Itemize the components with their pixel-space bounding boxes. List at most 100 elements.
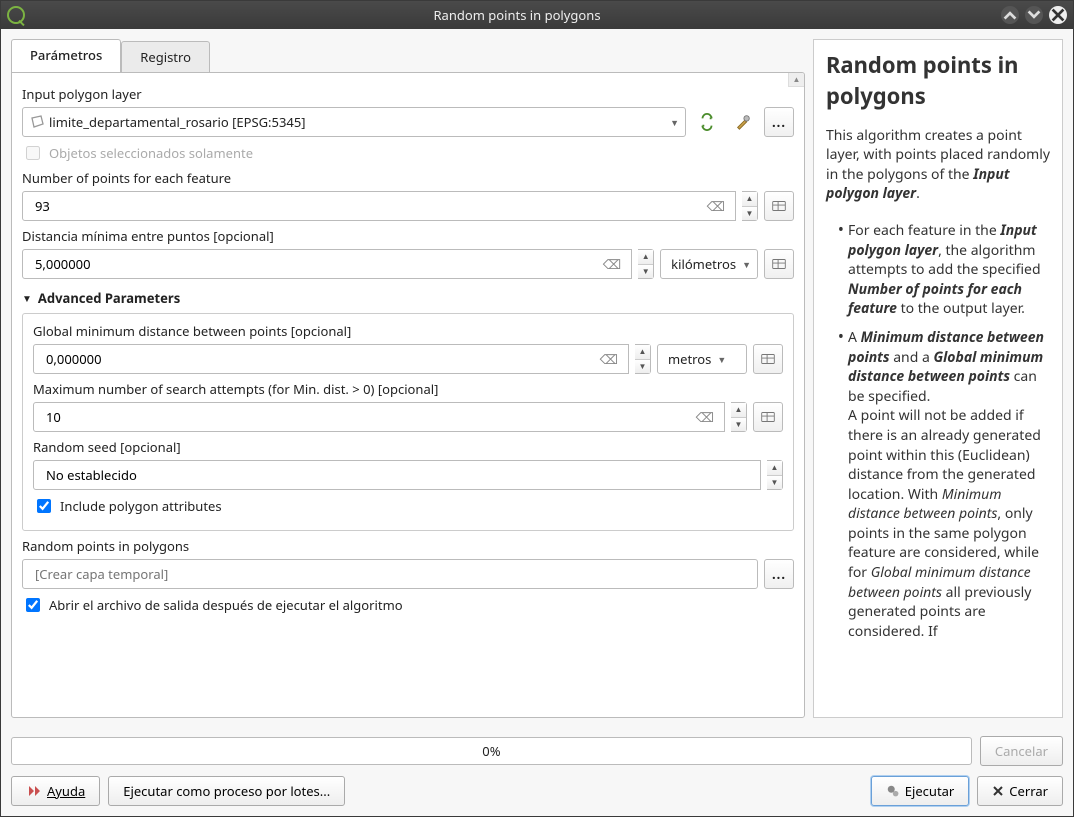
- random-seed-label: Random seed [opcional]: [33, 438, 783, 456]
- help-bullet-1: For each feature in the Input polygon la…: [848, 218, 1050, 319]
- spinner-up-icon[interactable]: ▲: [731, 403, 746, 418]
- help-list: For each feature in the Input polygon la…: [826, 218, 1050, 641]
- include-attrs-checkbox[interactable]: [37, 499, 51, 513]
- close-icon: [992, 785, 1004, 797]
- spinner-down-icon[interactable]: ▼: [638, 265, 653, 279]
- global-min-unit-value: metros: [668, 350, 711, 368]
- progress-text: 0%: [482, 742, 500, 760]
- help-icon: [26, 783, 42, 799]
- min-distance-input-wrap: ⌫: [22, 249, 632, 279]
- global-min-unit-select[interactable]: metros ▼: [657, 344, 747, 374]
- help-button[interactable]: Ayuda: [11, 776, 100, 806]
- parameters-scroll[interactable]: Input polygon layer limite_departamental…: [22, 79, 804, 711]
- help-title: Random points in polygons: [826, 50, 1050, 112]
- content-area: Parámetros Registro ▲ Input polygon laye…: [1, 29, 1073, 728]
- window-controls: [1001, 6, 1067, 24]
- progress-row: 0% Cancelar: [11, 736, 1063, 766]
- global-min-input[interactable]: [40, 344, 600, 374]
- maximize-button[interactable]: [1025, 6, 1043, 24]
- data-defined-button[interactable]: [753, 344, 783, 374]
- max-attempts-label: Maximum number of search attempts (for M…: [33, 380, 783, 398]
- num-points-label: Number of points for each feature: [22, 169, 794, 187]
- min-distance-spinner[interactable]: ▲ ▼: [638, 249, 654, 279]
- random-seed-spinner[interactable]: ▲ ▼: [767, 460, 783, 490]
- selected-only-label: Objetos seleccionados solamente: [49, 144, 253, 162]
- spinner-down-icon[interactable]: ▼: [742, 207, 757, 221]
- open-output-checkbox[interactable]: [26, 598, 40, 612]
- spinner-up-icon[interactable]: ▲: [635, 345, 650, 360]
- left-panel: Parámetros Registro ▲ Input polygon laye…: [11, 39, 805, 718]
- include-attrs-label: Include polygon attributes: [60, 497, 222, 515]
- max-attempts-input[interactable]: [40, 402, 696, 432]
- clear-icon[interactable]: ⌫: [600, 350, 618, 368]
- chevron-down-icon: ▼: [670, 116, 679, 129]
- clear-icon[interactable]: ⌫: [603, 255, 621, 273]
- bottom-area: 0% Cancelar Ayuda Ejecutar como proceso …: [1, 728, 1073, 816]
- selected-only-row: Objetos seleccionados solamente: [22, 143, 794, 163]
- tabs-bar: Parámetros Registro: [11, 39, 805, 72]
- spinner-up-icon[interactable]: ▲: [638, 250, 653, 265]
- run-batch-button[interactable]: Ejecutar como proceso por lotes...: [108, 776, 345, 806]
- run-button[interactable]: Ejecutar: [871, 776, 970, 806]
- help-intro: This algorithm creates a point layer, wi…: [826, 126, 1050, 204]
- spinner-down-icon[interactable]: ▼: [731, 418, 746, 432]
- random-seed-input[interactable]: [40, 460, 754, 490]
- global-min-spinner[interactable]: ▲ ▼: [635, 344, 651, 374]
- data-defined-button[interactable]: [753, 402, 783, 432]
- spinner-down-icon[interactable]: ▼: [767, 476, 782, 490]
- advanced-group-toggle[interactable]: ▼ Advanced Parameters: [22, 289, 794, 307]
- advanced-label: Advanced Parameters: [38, 289, 180, 307]
- global-min-label: Global minimum distance between points […: [33, 322, 783, 340]
- output-path-input-wrap: [22, 559, 758, 589]
- input-polygon-value: limite_departamental_rosario [EPSG:5345]: [49, 113, 306, 131]
- chevron-down-icon: ▼: [717, 353, 726, 366]
- chevron-down-icon: ▼: [742, 258, 751, 271]
- max-attempts-spinner[interactable]: ▲ ▼: [731, 402, 747, 432]
- dots-icon: ...: [772, 565, 786, 583]
- minimize-button[interactable]: [1001, 6, 1019, 24]
- include-attrs-row: Include polygon attributes: [33, 496, 783, 516]
- data-defined-button[interactable]: [764, 249, 794, 279]
- spinner-up-icon[interactable]: ▲: [767, 461, 782, 476]
- spinner-down-icon[interactable]: ▼: [635, 360, 650, 374]
- global-min-input-wrap: ⌫: [33, 344, 629, 374]
- browse-layer-button[interactable]: ...: [764, 107, 794, 137]
- qgis-app-icon: [7, 6, 25, 24]
- min-distance-unit-select[interactable]: kilómetros ▼: [660, 249, 758, 279]
- num-points-spinner[interactable]: ▲ ▼: [742, 191, 758, 221]
- output-browse-button[interactable]: ...: [764, 559, 794, 589]
- open-output-row: Abrir el archivo de salida después de ej…: [22, 595, 794, 615]
- clear-icon[interactable]: ⌫: [707, 197, 725, 215]
- advanced-group-body: Global minimum distance between points […: [22, 313, 794, 531]
- num-points-input[interactable]: [29, 191, 707, 221]
- advanced-options-button[interactable]: [728, 107, 758, 137]
- button-row: Ayuda Ejecutar como proceso por lotes...…: [11, 776, 1063, 806]
- tab-parameters[interactable]: Parámetros: [11, 39, 121, 72]
- close-window-button[interactable]: [1049, 6, 1067, 24]
- data-defined-button[interactable]: [764, 191, 794, 221]
- titlebar: Random points in polygons: [1, 1, 1073, 29]
- random-seed-input-wrap: [33, 460, 761, 490]
- progress-bar: 0%: [11, 737, 972, 765]
- max-attempts-input-wrap: ⌫: [33, 402, 725, 432]
- parameters-tab-body: ▲ Input polygon layer limite_departament…: [11, 72, 805, 718]
- min-distance-input[interactable]: [29, 249, 603, 279]
- tab-log[interactable]: Registro: [121, 41, 210, 72]
- clear-icon[interactable]: ⌫: [696, 408, 714, 426]
- iterate-features-button[interactable]: [692, 107, 722, 137]
- close-button[interactable]: Cerrar: [977, 776, 1063, 806]
- input-polygon-label: Input polygon layer: [22, 85, 794, 103]
- cancel-button: Cancelar: [980, 736, 1063, 766]
- polygon-layer-icon: [29, 114, 45, 130]
- window-title: Random points in polygons: [33, 6, 1001, 24]
- dots-icon: ...: [772, 113, 786, 131]
- help-panel[interactable]: Random points in polygons This algorithm…: [813, 39, 1063, 718]
- num-points-input-wrap: ⌫: [22, 191, 736, 221]
- input-polygon-select[interactable]: limite_departamental_rosario [EPSG:5345]…: [22, 107, 686, 137]
- gears-icon: [886, 784, 900, 798]
- output-path-input[interactable]: [29, 559, 751, 589]
- spinner-up-icon[interactable]: ▲: [742, 192, 757, 207]
- help-bullet-2: A Minimum distance between points and a …: [848, 325, 1050, 642]
- min-distance-unit-value: kilómetros: [671, 255, 736, 273]
- min-distance-label: Distancia mínima entre puntos [opcional]: [22, 227, 794, 245]
